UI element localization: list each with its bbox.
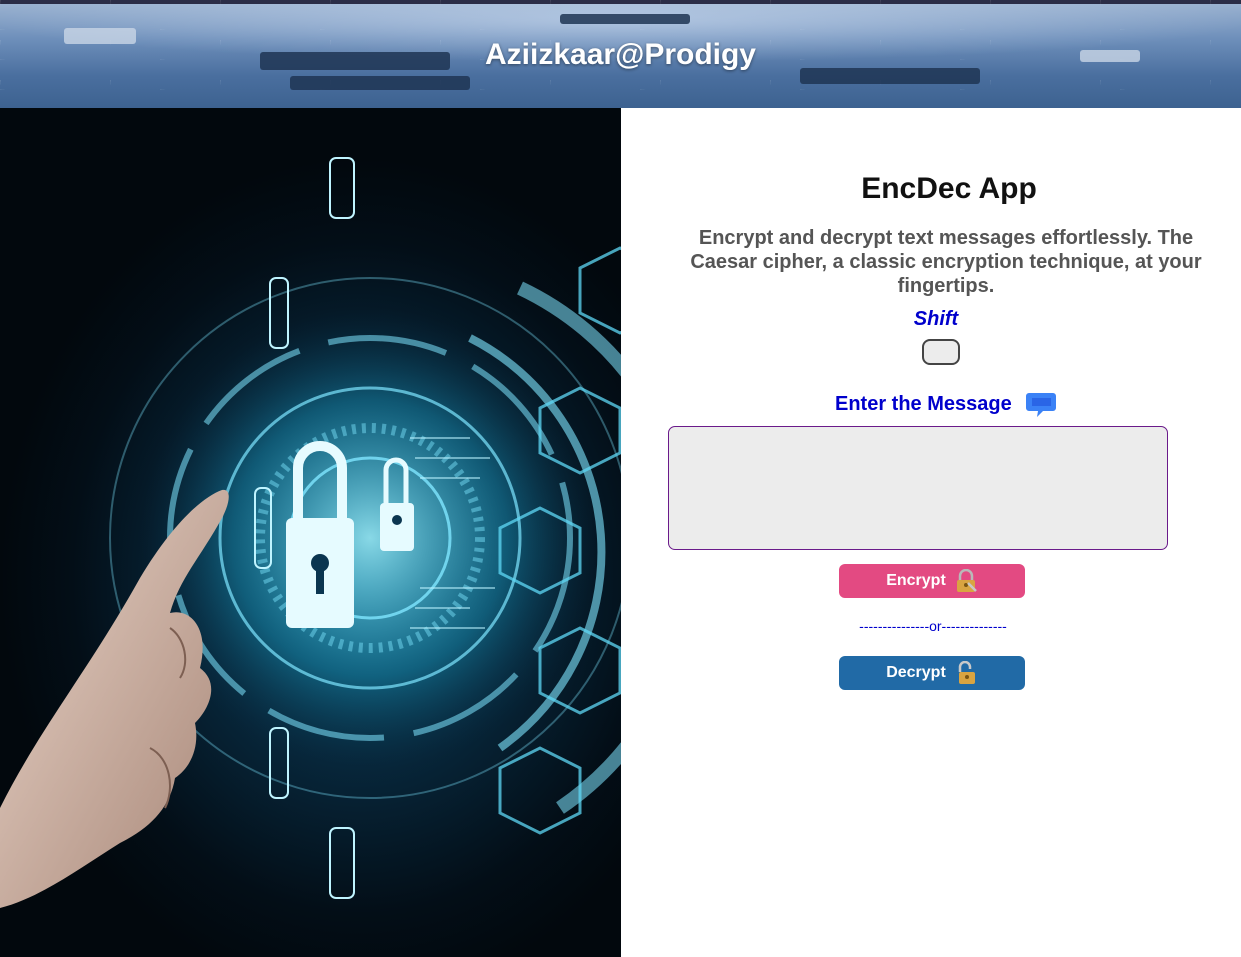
encrypt-button[interactable]: Encrypt (839, 564, 1025, 598)
message-label-row: Enter the Message (835, 390, 1065, 420)
chat-bubble-icon (1026, 393, 1056, 417)
lock-with-key-icon (956, 569, 977, 592)
shift-input[interactable] (922, 339, 960, 365)
app-title: EncDec App (861, 172, 1037, 205)
header-banner: Aziizkaar@Prodigy (0, 0, 1241, 108)
shift-label: Shift (913, 308, 959, 330)
open-lock-icon (958, 661, 975, 684)
header-title: Aziizkaar@Prodigy (485, 38, 756, 71)
app-description: Encrypt and decrypt text messages effort… (690, 227, 1202, 297)
decrypt-button-label: Decrypt (886, 664, 946, 681)
hero-image (0, 108, 621, 957)
or-separator: ---------------or-------------- (859, 618, 1007, 634)
digital-padlock-illustration (0, 157, 621, 908)
message-label: Enter the Message (835, 393, 1012, 415)
encrypt-button-label: Encrypt (886, 572, 946, 589)
message-textarea[interactable] (668, 426, 1168, 550)
decrypt-button[interactable]: Decrypt (839, 656, 1025, 690)
pointing-hand (0, 489, 229, 908)
app-card: EncDec App Encrypt and decrypt text mess… (621, 108, 1241, 957)
header-device-decoration (560, 14, 690, 24)
header-device-decoration (290, 76, 470, 90)
